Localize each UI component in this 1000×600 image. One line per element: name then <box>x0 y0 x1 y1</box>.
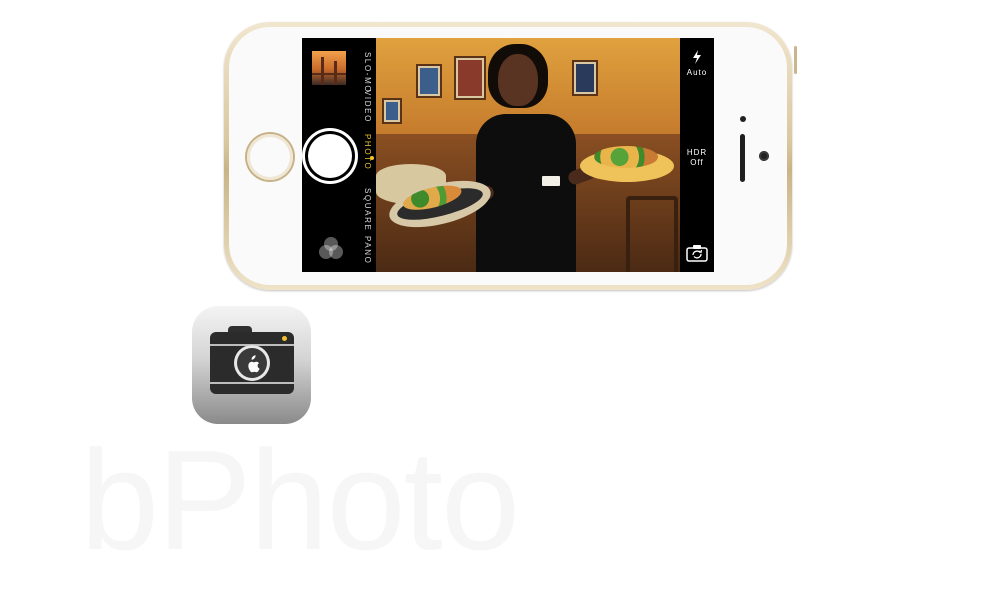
proximity-sensor <box>740 116 746 122</box>
viewfinder[interactable] <box>376 38 680 272</box>
mode-slo-mo[interactable]: SLO-MO <box>358 52 372 93</box>
sleep-button <box>794 46 797 74</box>
hdr-toggle[interactable]: HDR Off <box>680 148 714 168</box>
shutter-button[interactable] <box>308 134 352 178</box>
mode-photo[interactable]: PHOTO <box>358 134 372 170</box>
camera-app-icon[interactable] <box>192 306 311 424</box>
camera-screen: SLO-MO VIDEO PHOTO SQUARE PANO Auto HDR <box>302 38 714 272</box>
hdr-label: HDR <box>686 148 708 157</box>
camera-indicator-light <box>282 336 287 341</box>
hdr-state: Off <box>690 158 704 167</box>
camera-glyph <box>210 332 294 394</box>
front-camera <box>759 151 769 161</box>
home-button[interactable] <box>247 134 293 180</box>
flash-icon[interactable] <box>692 50 702 64</box>
mode-selector[interactable]: SLO-MO VIDEO PHOTO SQUARE PANO <box>358 38 372 272</box>
apple-logo-icon <box>248 355 260 373</box>
camera-settings-bar: Auto HDR Off <box>680 38 714 272</box>
earpiece-speaker <box>740 134 745 182</box>
mode-video[interactable]: VIDEO <box>358 90 372 123</box>
switch-camera-icon[interactable] <box>686 244 708 262</box>
mode-pano[interactable]: PANO <box>358 236 372 264</box>
camera-controls-bar: SLO-MO VIDEO PHOTO SQUARE PANO <box>302 38 376 272</box>
active-mode-indicator <box>370 156 374 160</box>
photo-thumbnail[interactable] <box>312 51 346 85</box>
flash-mode-label[interactable]: Auto <box>680 68 714 77</box>
watermark-text: bPhoto <box>80 421 520 580</box>
filters-icon[interactable] <box>316 234 346 264</box>
camera-lens <box>234 345 270 381</box>
mode-square[interactable]: SQUARE <box>358 188 372 231</box>
